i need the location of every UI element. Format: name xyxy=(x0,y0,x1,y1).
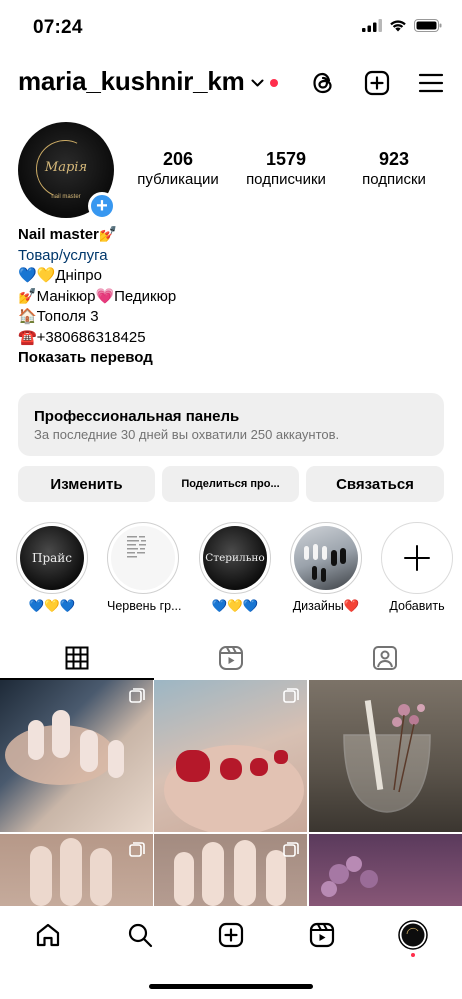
nav-notification-dot xyxy=(411,953,415,957)
add-story-button[interactable]: + xyxy=(88,192,116,220)
nav-create[interactable] xyxy=(216,920,246,950)
nav-profile[interactable] xyxy=(398,920,428,950)
share-profile-button[interactable]: Поделиться про... xyxy=(162,466,299,502)
home-indicator xyxy=(149,984,313,989)
battery-icon xyxy=(414,19,442,32)
stat-label: публикации xyxy=(137,171,219,188)
stat-posts[interactable]: 206 публикации xyxy=(130,148,226,190)
nav-search[interactable] xyxy=(125,920,155,950)
profile-bio: Nail master💅 Товар/услуга 💙💛Дніпро 💅Мані… xyxy=(18,225,438,369)
bio-line: 💅Манікюр💗Педикюр xyxy=(18,287,177,305)
tab-reels[interactable] xyxy=(154,636,308,680)
highlight-label: Червень гр... xyxy=(107,599,182,613)
search-icon xyxy=(128,923,153,948)
nail-tips-thumbnail xyxy=(304,544,346,582)
plus-icon xyxy=(404,545,430,571)
grid-icon xyxy=(65,646,89,670)
home-icon xyxy=(36,923,60,947)
post-thumbnail[interactable] xyxy=(154,680,307,832)
profile-avatar-icon xyxy=(398,920,428,950)
multiple-photos-icon xyxy=(283,688,299,703)
highlight-add[interactable]: Добавить xyxy=(381,522,453,614)
bio-line: 🏠Тополя 3 xyxy=(18,308,99,325)
status-time: 07:24 xyxy=(33,17,83,38)
highlight-sterile[interactable]: Стерильно 💙💛💙 xyxy=(199,522,271,614)
profile-avatar[interactable]: Марія nail master + xyxy=(18,122,116,220)
nav-reels[interactable] xyxy=(307,920,337,950)
bottom-navigation xyxy=(0,906,462,966)
stat-label: подписки xyxy=(362,171,426,188)
profile-header: maria_kushnir_km xyxy=(0,62,462,106)
notification-dot xyxy=(269,78,278,87)
post-thumbnail[interactable] xyxy=(309,834,462,906)
wifi-icon xyxy=(390,20,406,32)
stat-value: 206 xyxy=(162,149,194,169)
highlight-label: 💙💛💙 xyxy=(28,599,76,613)
price-list-thumbnail xyxy=(127,536,146,558)
create-icon xyxy=(218,922,244,948)
post-thumbnail[interactable] xyxy=(0,680,153,832)
show-translation-link[interactable]: Показать перевод xyxy=(18,348,438,369)
menu-icon xyxy=(418,73,444,93)
multiple-photos-icon xyxy=(129,688,145,703)
professional-dashboard[interactable]: Профессиональная панель За последние 30 … xyxy=(18,393,444,456)
post-thumbnail[interactable] xyxy=(154,834,307,906)
stat-followers[interactable]: 1579 подписчики xyxy=(236,148,336,190)
nav-home[interactable] xyxy=(33,920,63,950)
reels-icon xyxy=(309,922,335,948)
highlight-cover xyxy=(294,526,358,590)
status-icons xyxy=(362,19,442,32)
username: maria_kushnir_km xyxy=(18,66,245,96)
threads-icon xyxy=(313,72,332,94)
glass-flowers-photo xyxy=(343,700,431,813)
highlight-cover: Стерильно xyxy=(203,526,267,590)
multiple-photos-icon xyxy=(129,842,145,857)
edit-profile-button[interactable]: Изменить xyxy=(18,466,155,502)
stat-following[interactable]: 923 подписки xyxy=(352,148,436,190)
highlight-cover: Прайс xyxy=(20,526,84,590)
highlight-label: Добавить xyxy=(389,599,445,613)
highlight-cover xyxy=(111,526,175,590)
status-bar: 07:24 xyxy=(0,0,462,54)
profile-category[interactable]: Товар/услуга xyxy=(18,246,438,267)
create-icon xyxy=(364,70,390,96)
signal-icon xyxy=(362,19,382,32)
pro-panel-subtitle: За последние 30 дней вы охватили 250 акк… xyxy=(34,427,340,442)
chevron-down-icon xyxy=(251,79,264,87)
stat-value: 923 xyxy=(378,149,410,169)
account-switcher[interactable]: maria_kushnir_km xyxy=(18,66,278,97)
post-thumbnail[interactable] xyxy=(309,680,462,832)
stat-label: подписчики xyxy=(246,171,326,188)
bio-line[interactable]: ☎️+380686318425 xyxy=(18,328,438,349)
multiple-photos-icon xyxy=(283,842,299,857)
reels-icon xyxy=(219,646,243,670)
tagged-icon xyxy=(373,646,397,670)
highlight-june[interactable]: Червень гр... xyxy=(107,522,182,614)
contact-button[interactable]: Связаться xyxy=(306,466,444,502)
avatar-logo-text: Марія xyxy=(44,160,88,175)
highlight-price[interactable]: Прайс 💙💛💙 xyxy=(16,522,88,614)
highlight-designs[interactable]: Дизайны❤️ xyxy=(290,522,362,614)
highlight-label: 💙💛💙 xyxy=(211,599,259,613)
plus-icon: + xyxy=(96,195,108,217)
posts-grid xyxy=(0,680,462,906)
profile-name: Nail master💅 xyxy=(18,226,118,243)
tab-tagged[interactable] xyxy=(308,636,462,680)
stat-value: 1579 xyxy=(265,149,307,169)
tab-posts[interactable] xyxy=(0,636,154,680)
post-thumbnail[interactable] xyxy=(0,834,153,906)
highlight-label: Дизайны❤️ xyxy=(292,599,360,613)
lilac-photo xyxy=(321,856,378,897)
threads-button[interactable] xyxy=(308,68,338,98)
menu-button[interactable] xyxy=(416,68,446,98)
bio-line: 💙💛Дніпро xyxy=(18,267,102,284)
create-button[interactable] xyxy=(362,68,392,98)
content-tabs xyxy=(0,636,462,680)
pro-panel-title: Профессиональная панель xyxy=(34,408,240,425)
